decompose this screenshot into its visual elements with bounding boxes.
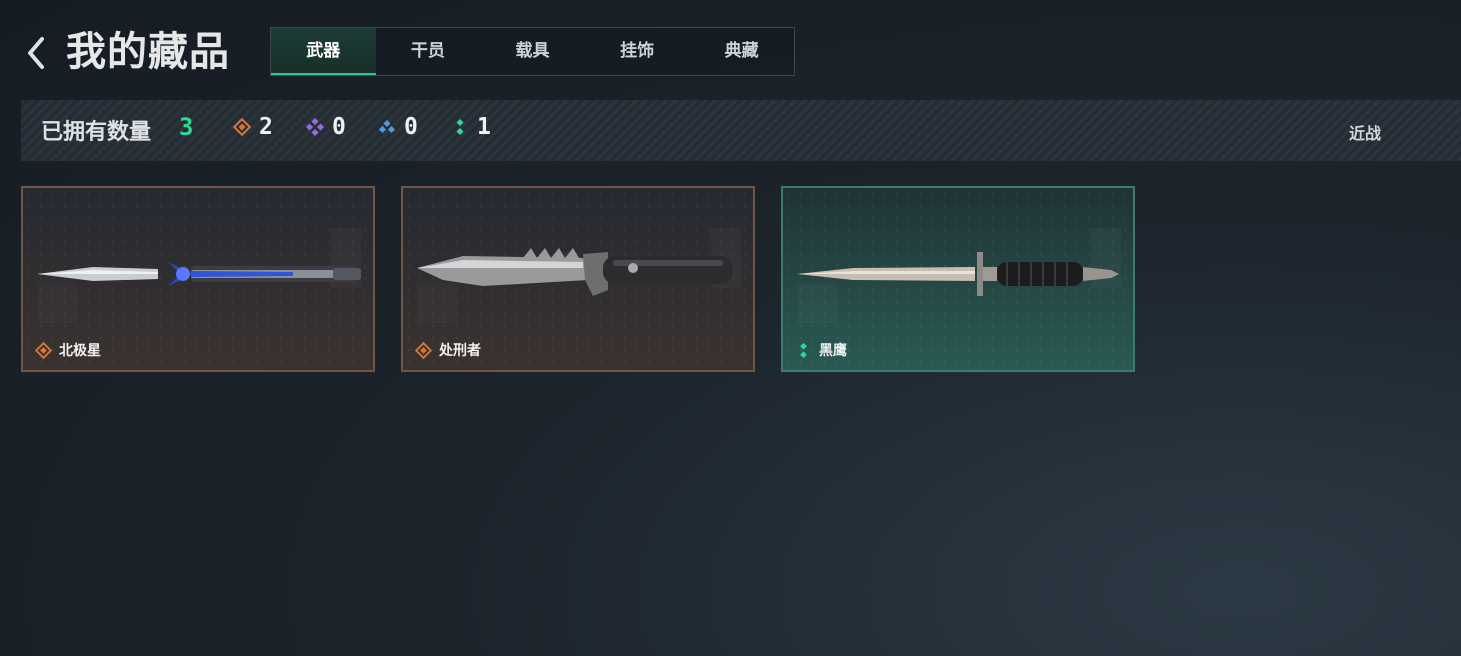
- item-card-polaris[interactable]: 北极星: [21, 186, 375, 372]
- rarity-count-value: 1: [477, 114, 491, 140]
- rarity-count-blue: 0: [378, 114, 418, 140]
- item-card-black-hawk[interactable]: 黑鹰: [781, 186, 1135, 372]
- tab-vehicles[interactable]: 载具: [480, 28, 585, 75]
- tab-collection[interactable]: 典藏: [689, 28, 794, 75]
- orange-rarity-icon: [233, 118, 251, 136]
- rarity-count-purple: 0: [306, 114, 346, 140]
- green-rarity-icon: [456, 118, 464, 136]
- owned-stats-bar: 已拥有数量 3 2 0 0 1 近战: [21, 100, 1461, 161]
- rarity-count-value: 0: [404, 114, 418, 140]
- item-name-row: 黑鹰: [795, 340, 847, 360]
- dagger-image: [37, 262, 361, 286]
- chevron-left-icon: [28, 37, 44, 69]
- rarity-count-green: 1: [451, 114, 491, 140]
- green-rarity-icon: [800, 342, 807, 358]
- tab-operators[interactable]: 干员: [376, 28, 481, 75]
- back-button[interactable]: [22, 34, 52, 72]
- item-name: 北极星: [59, 343, 101, 359]
- rarity-count-value: 0: [332, 114, 346, 140]
- owned-count-label: 已拥有数量: [41, 120, 152, 145]
- tab-charms[interactable]: 挂饰: [585, 28, 690, 75]
- rarity-count-value: 2: [259, 114, 273, 140]
- orange-rarity-icon: [35, 341, 52, 359]
- category-filter[interactable]: 近战: [1349, 120, 1381, 144]
- item-card-executioner[interactable]: 处刑者: [401, 186, 755, 372]
- item-name-row: 北极星: [35, 340, 101, 360]
- rarity-count-orange: 2: [233, 114, 273, 140]
- page-title: 我的藏品: [66, 29, 230, 75]
- knife-image: [417, 248, 733, 296]
- tab-weapons[interactable]: 武器: [271, 28, 376, 75]
- owned-total: 3: [179, 113, 194, 141]
- item-name: 处刑者: [439, 343, 481, 359]
- item-name: 黑鹰: [819, 343, 847, 359]
- tab-bar: 武器 干员 载具 挂饰 典藏: [270, 27, 795, 76]
- purple-rarity-icon: [306, 118, 324, 136]
- dagger-image: [797, 252, 1119, 296]
- orange-rarity-icon: [415, 341, 432, 359]
- blue-rarity-icon: [378, 119, 396, 134]
- item-name-row: 处刑者: [415, 340, 481, 360]
- collection-page: 我的藏品 武器 干员 载具 挂饰 典藏 已拥有数量 3 2 0 0 1 近战 北…: [0, 0, 1461, 656]
